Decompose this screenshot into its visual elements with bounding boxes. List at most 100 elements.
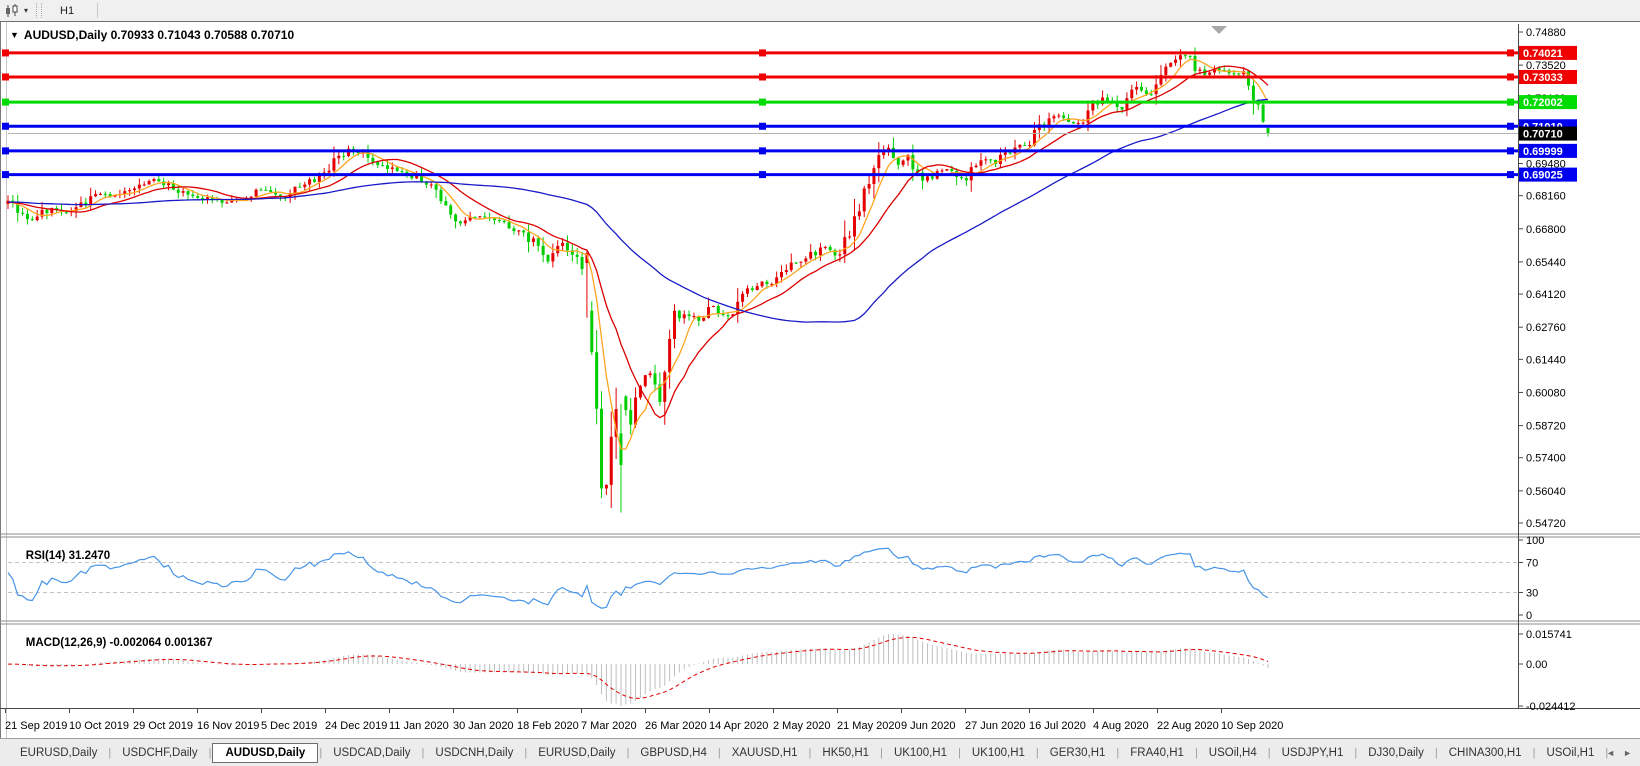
candle-body <box>1149 94 1153 96</box>
timeframe-toolbar: ▾ M1M5M15M30H1H4D1W1MN <box>0 0 1640 93</box>
chart-canvas[interactable]: 0.748800.735200.721600.708000.694800.681… <box>0 22 1640 739</box>
candle-body <box>502 220 506 223</box>
candle-body <box>945 169 949 171</box>
macd-axis-tick-label: -0.024412 <box>1526 701 1576 713</box>
chart-title-dropdown-icon[interactable]: ▼ <box>10 30 19 40</box>
candle-body <box>94 194 98 197</box>
candle-body <box>838 254 842 256</box>
date-axis-label: 21 May 2020 <box>837 720 901 732</box>
timeframe-button-H1[interactable]: H1 <box>50 1 91 20</box>
current-price-tag-text: 0.70710 <box>1523 129 1563 141</box>
chart-tab-USDCNH-Daily[interactable]: USDCNH,Daily <box>425 743 523 763</box>
candle-body <box>312 179 316 182</box>
tab-separator: | <box>808 746 812 759</box>
candle-body <box>687 314 691 317</box>
candle-body <box>590 310 594 353</box>
candle-body <box>877 155 881 169</box>
tab-separator: | <box>108 746 112 759</box>
candle-body <box>575 254 579 258</box>
date-axis-label: 18 Feb 2020 <box>517 720 579 732</box>
tab-separator: | <box>958 746 961 759</box>
chart-tab-UK100-H1[interactable]: UK100,H1 <box>884 743 957 763</box>
candle-body <box>809 251 813 259</box>
chart-tool-dropdown-icon[interactable]: ▾ <box>24 6 28 15</box>
chart-tab-GER30-H1[interactable]: GER30,H1 <box>1040 743 1116 763</box>
rsi-line <box>7 547 1269 609</box>
chart-tab-USDCAD-Daily[interactable]: USDCAD,Daily <box>323 743 420 763</box>
candle-body <box>750 288 754 291</box>
candle-body <box>1208 72 1212 75</box>
tab-scroll-right-icon[interactable]: ► <box>1623 748 1632 758</box>
chart-tab-AUDUSD-Daily[interactable]: AUDUSD,Daily <box>212 742 319 763</box>
level-price-tag-text: 0.74021 <box>1523 48 1563 60</box>
candle-body <box>765 281 769 285</box>
price-axis-tick-label: 0.66800 <box>1526 224 1566 236</box>
date-axis-label: 11 Jan 2020 <box>389 720 449 732</box>
chart-tab-EURUSD-Daily[interactable]: EURUSD,Daily <box>528 743 625 763</box>
chart-tab-HK50-H1[interactable]: HK50,H1 <box>812 743 879 763</box>
candle-body <box>984 159 988 161</box>
candle-body <box>1086 110 1090 123</box>
candle-body <box>181 191 185 193</box>
candle-body <box>814 251 818 256</box>
price-axis-tick-label: 0.68160 <box>1526 191 1566 203</box>
candle-body <box>711 306 715 308</box>
candle-body <box>1188 55 1192 57</box>
candle-body <box>186 191 190 195</box>
rsi-indicator-label: RSI(14) 31.2470 <box>13 538 110 574</box>
candle-body <box>157 179 161 182</box>
chart-tool-icon[interactable] <box>3 3 23 19</box>
chart-tab-UK100-H1[interactable]: UK100,H1 <box>962 743 1035 763</box>
candle-body <box>891 147 895 158</box>
chart-tab-DJ30-Daily[interactable]: DJ30,Daily <box>1358 743 1434 763</box>
chart-tab-USOil-H4[interactable]: USOil,H4 <box>1199 743 1267 763</box>
candle-body <box>103 193 107 195</box>
chart-tab-USDCHF-Daily[interactable]: USDCHF,Daily <box>112 743 207 763</box>
tab-scroll-left-icon[interactable]: ◄ <box>1606 748 1615 758</box>
candle-body <box>1052 116 1056 119</box>
level-line-handle <box>2 171 9 179</box>
candle-body <box>1164 66 1168 75</box>
candle-body <box>643 375 647 387</box>
candle-body <box>536 238 540 246</box>
chart-tab-USOil-H1[interactable]: USOil,H1 <box>1536 743 1604 763</box>
candle-body <box>517 230 521 232</box>
tab-separator: | <box>1194 746 1198 759</box>
tab-separator: | <box>524 746 528 759</box>
candle-body <box>1125 98 1129 110</box>
candle-body <box>1096 103 1100 105</box>
scroll-to-end-icon <box>1211 26 1227 34</box>
candle-body <box>964 178 968 181</box>
candle-body <box>327 170 331 173</box>
candle-body <box>998 154 1002 164</box>
chart-tab-EURUSD-Daily[interactable]: EURUSD,Daily <box>10 743 107 763</box>
price-axis-tick-label: 0.64120 <box>1526 289 1566 301</box>
candle-body <box>930 176 934 179</box>
candle-body <box>483 216 487 218</box>
chart-tab-USDJPY-H1[interactable]: USDJPY,H1 <box>1272 743 1354 763</box>
candle-body <box>444 201 448 206</box>
candle-body <box>1130 89 1134 99</box>
level-line-handle <box>759 171 766 179</box>
candle-body <box>1008 152 1012 154</box>
chart-tab-GBPUSD-H4[interactable]: GBPUSD,H4 <box>630 743 716 763</box>
candle-body <box>1023 144 1027 146</box>
candle-body <box>473 216 477 218</box>
date-axis-label: 26 Mar 2020 <box>645 720 707 732</box>
candle-body <box>30 219 34 221</box>
chart-tab-FRA40-H1[interactable]: FRA40,H1 <box>1120 743 1194 763</box>
medium-ma-line <box>8 65 1269 419</box>
chart-tab-XAUUSD-H1[interactable]: XAUUSD,H1 <box>722 743 808 763</box>
fast-ma-line <box>7 58 1269 450</box>
candle-body <box>989 159 993 161</box>
candlestick-chart-icon <box>6 3 18 17</box>
tab-separator: | <box>208 746 212 759</box>
chart-title: ▼ AUDUSD,Daily 0.70933 0.71043 0.70588 0… <box>10 28 294 42</box>
price-axis-tick-label: 0.58720 <box>1526 421 1566 433</box>
candle-body <box>147 181 151 185</box>
date-axis-label: 29 Oct 2019 <box>133 720 193 732</box>
level-line-handle <box>1507 73 1514 81</box>
candle-body <box>692 316 696 318</box>
date-axis-label: 30 Jan 2020 <box>453 720 514 732</box>
chart-tab-CHINA300-H1[interactable]: CHINA300,H1 <box>1439 743 1532 763</box>
